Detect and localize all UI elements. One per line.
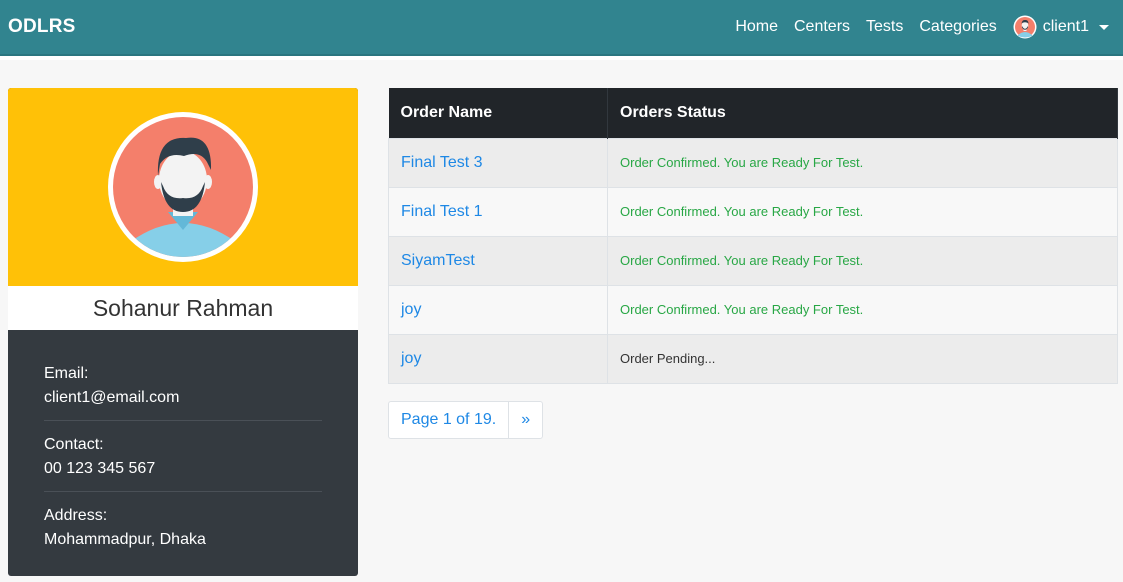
address-value: Mohammadpur, Dhaka bbox=[44, 531, 206, 548]
address-label: Address: bbox=[44, 507, 108, 524]
order-status: Order Pending... bbox=[607, 333, 1118, 384]
user-menu[interactable]: client1 bbox=[1013, 15, 1109, 39]
table-row: Final Test 1 Order Confirmed. You are Re… bbox=[388, 186, 1118, 237]
nav-centers[interactable]: Centers bbox=[794, 18, 850, 36]
profile-header bbox=[8, 88, 358, 286]
table-row: SiyamTest Order Confirmed. You are Ready… bbox=[388, 235, 1118, 286]
nav-tests[interactable]: Tests bbox=[866, 18, 903, 36]
table-row: joy Order Pending... bbox=[388, 333, 1118, 384]
email-value: client1@email.com bbox=[44, 389, 180, 406]
order-status: Order Confirmed. You are Ready For Test. bbox=[607, 284, 1118, 335]
order-status: Order Confirmed. You are Ready For Test. bbox=[607, 137, 1118, 188]
table-row: Final Test 3 Order Confirmed. You are Re… bbox=[388, 137, 1118, 188]
user-name: client1 bbox=[1042, 18, 1089, 35]
brand-logo[interactable]: ODLRS bbox=[8, 16, 76, 38]
profile-name: Sohanur Rahman bbox=[8, 286, 358, 330]
table-row: joy Order Confirmed. You are Ready For T… bbox=[388, 284, 1118, 335]
main-nav: Home Centers Tests Categories client1 bbox=[735, 15, 1115, 39]
order-name-link[interactable]: Final Test 1 bbox=[401, 203, 483, 220]
order-status: Order Confirmed. You are Ready For Test. bbox=[607, 235, 1118, 286]
header-order-status: Orders Status bbox=[607, 88, 1118, 138]
contact-label: Contact: bbox=[44, 436, 104, 453]
order-name-link[interactable]: joy bbox=[401, 350, 421, 367]
order-name-link[interactable]: SiyamTest bbox=[401, 252, 475, 269]
nav-categories[interactable]: Categories bbox=[919, 18, 996, 36]
order-name-link[interactable]: Final Test 3 bbox=[401, 154, 483, 171]
next-page-button[interactable]: » bbox=[508, 401, 542, 438]
profile-info: Email: client1@email.com Contact: 00 123… bbox=[8, 330, 358, 576]
header-order-name: Order Name bbox=[388, 88, 608, 138]
caret-down-icon bbox=[1099, 24, 1109, 30]
contact-value: 00 123 345 567 bbox=[44, 460, 156, 477]
navbar-separator bbox=[0, 56, 1123, 60]
email-block: Email: client1@email.com bbox=[44, 360, 322, 421]
order-status: Order Confirmed. You are Ready For Test. bbox=[607, 186, 1118, 237]
email-label: Email: bbox=[44, 365, 89, 382]
user-avatar-icon bbox=[1013, 15, 1037, 39]
nav-home[interactable]: Home bbox=[735, 18, 778, 36]
orders-section: Order Name Orders Status Final Test 3 Or… bbox=[388, 88, 1118, 439]
contact-block: Contact: 00 123 345 567 bbox=[44, 431, 322, 492]
page-indicator[interactable]: Page 1 of 19. bbox=[389, 402, 508, 438]
top-navbar: ODLRS Home Centers Tests Categories clie… bbox=[0, 0, 1123, 56]
pagination: Page 1 of 19. » bbox=[388, 400, 544, 439]
profile-avatar bbox=[108, 112, 258, 262]
order-name-link[interactable]: joy bbox=[401, 301, 421, 318]
address-block: Address: Mohammadpur, Dhaka bbox=[44, 502, 322, 562]
orders-table: Order Name Orders Status Final Test 3 Or… bbox=[388, 88, 1118, 384]
table-header-row: Order Name Orders Status bbox=[388, 88, 1118, 138]
profile-card: Sohanur Rahman Email: client1@email.com … bbox=[8, 88, 358, 576]
